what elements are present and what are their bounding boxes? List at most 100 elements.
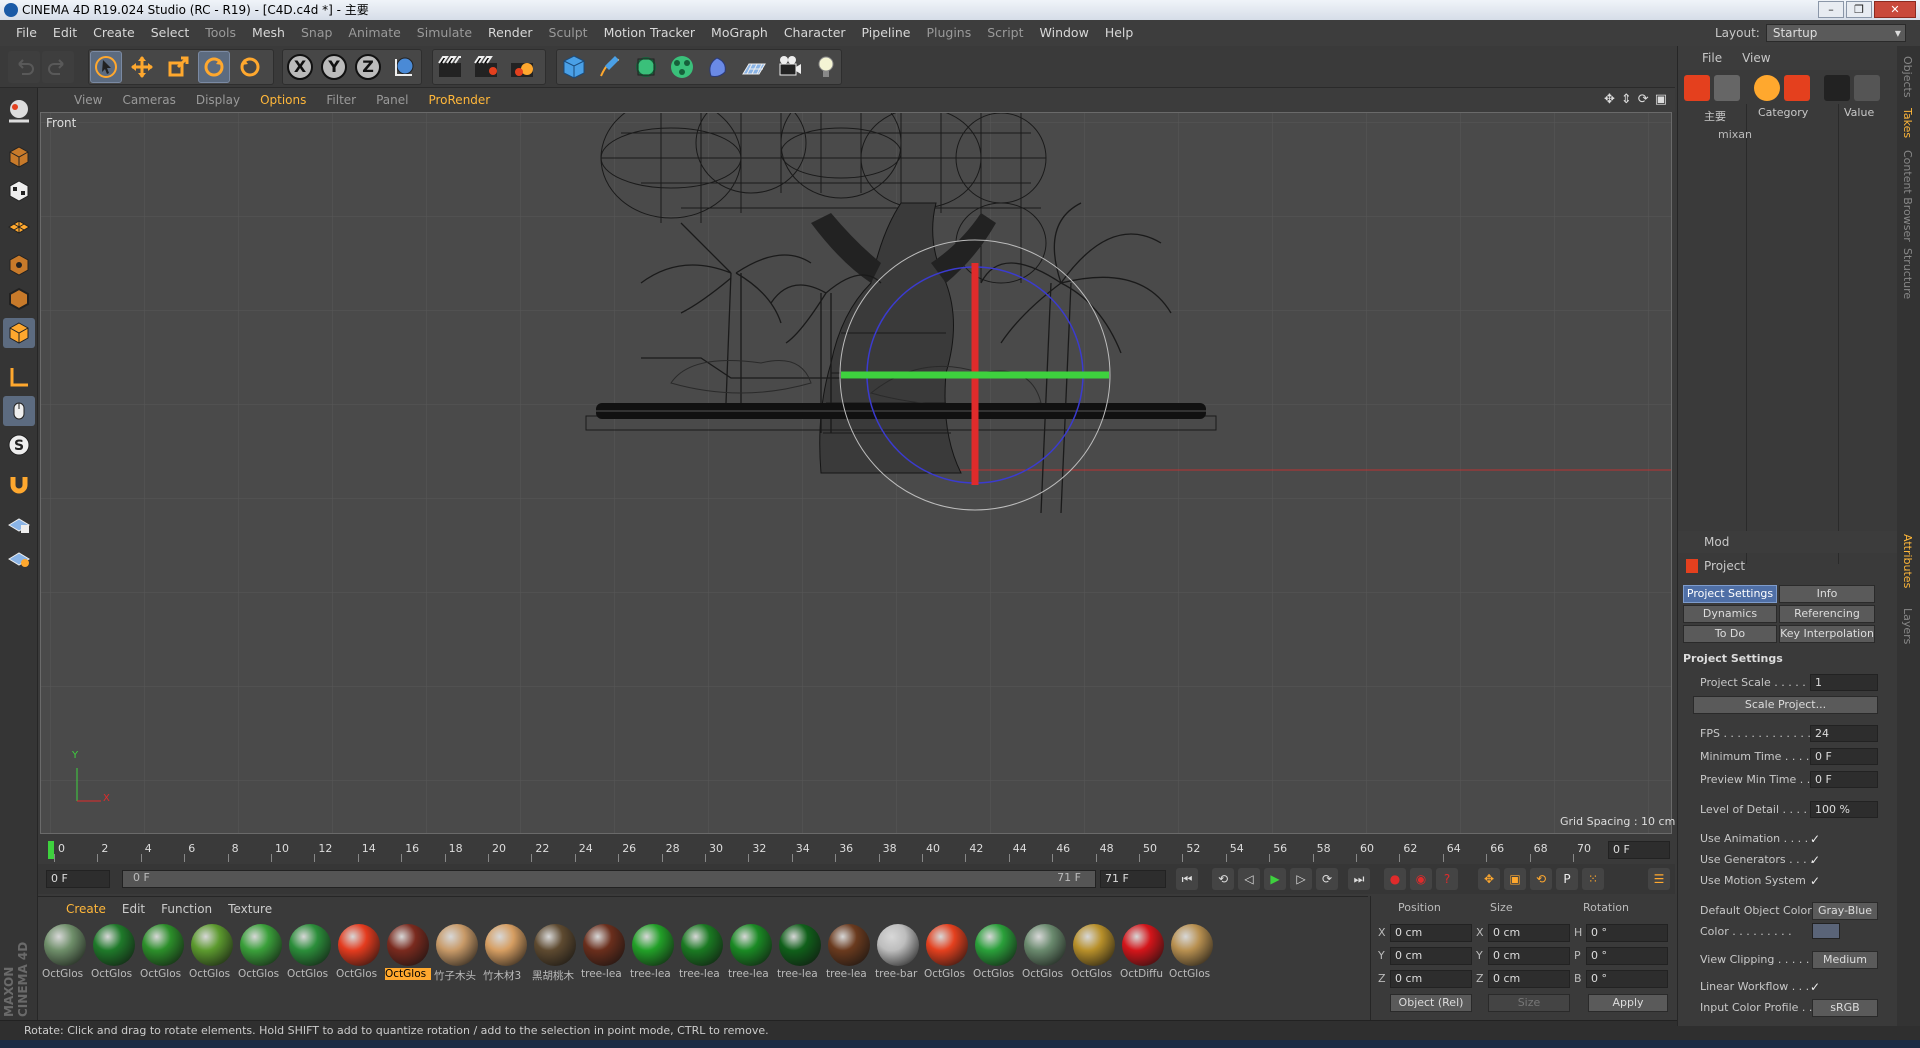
size-y-field[interactable]: 0 cm (1488, 947, 1570, 965)
menu-sculpt[interactable]: Sculpt (541, 20, 596, 46)
material-item[interactable]: OctGlos (91, 924, 137, 984)
tab-to-do[interactable]: To Do (1683, 625, 1777, 643)
pos-x-field[interactable]: 0 cm (1390, 924, 1472, 942)
mat-menu-edit[interactable]: Edit (114, 902, 153, 916)
use-animation-checkbox[interactable]: ✓ (1810, 832, 1824, 846)
tab-attributes[interactable]: Attributes (1901, 534, 1914, 588)
minimize-button[interactable]: – (1818, 1, 1844, 18)
material-item[interactable]: OctGlos (238, 924, 284, 984)
menu-plugins[interactable]: Plugins (918, 20, 979, 46)
rot-p-field[interactable]: 0 ° (1586, 947, 1668, 965)
rotate-view-icon[interactable]: ⟳ (1638, 92, 1649, 107)
key-pla-icon[interactable]: ⁙ (1582, 868, 1604, 890)
input-profile-dropdown[interactable]: sRGB (1812, 999, 1878, 1017)
move-icon[interactable] (126, 51, 158, 83)
menu-character[interactable]: Character (776, 20, 854, 46)
take-clone-icon[interactable] (1714, 75, 1740, 101)
take-root[interactable]: 主要 (1704, 108, 1726, 124)
menu-file[interactable]: File (8, 20, 45, 46)
min-time-field[interactable]: 0 F (1810, 748, 1878, 765)
view-clipping-dropdown[interactable]: Medium (1812, 951, 1878, 969)
project-scale-field[interactable]: 1 (1810, 674, 1878, 691)
go-to-start-icon[interactable]: ⏮ (1176, 868, 1198, 890)
tab-layers[interactable]: Layers (1901, 608, 1914, 644)
scale-icon[interactable] (162, 51, 194, 83)
x-axis-lock-button[interactable]: X (284, 51, 316, 83)
start-frame-field[interactable]: 0 F (46, 870, 110, 888)
pos-y-field[interactable]: 0 cm (1390, 947, 1472, 965)
level-of-detail-field[interactable]: 100 % (1810, 801, 1878, 818)
material-item[interactable]: tree-lea (826, 924, 872, 984)
vp-menu-display[interactable]: Display (186, 93, 250, 107)
render-settings-icon[interactable] (506, 51, 538, 83)
menu-select[interactable]: Select (143, 20, 198, 46)
default-color-dropdown[interactable]: Gray-Blue (1812, 902, 1878, 920)
tab-key-interpolation[interactable]: Key Interpolation (1779, 625, 1875, 643)
pen-spline-icon[interactable] (594, 51, 626, 83)
material-item[interactable]: tree-bar (875, 924, 921, 984)
apply-button[interactable]: Apply (1588, 994, 1668, 1012)
next-key-icon[interactable]: ⟳ (1316, 868, 1338, 890)
mat-menu-create[interactable]: Create (58, 902, 114, 916)
tab-objects[interactable]: Objects (1901, 56, 1914, 98)
key-rotation-icon[interactable]: ⟲ (1530, 868, 1552, 890)
material-item[interactable]: tree-lea (728, 924, 774, 984)
edges-mode-icon[interactable] (3, 284, 35, 314)
menu-pipeline[interactable]: Pipeline (854, 20, 919, 46)
timeline-ruler[interactable]: 0 2 4 6 8 10 12 14 16 18 20 22 24 26 28 30 32 34 36 38 40 42 4… (38, 838, 1675, 862)
timeline-window-icon[interactable]: ☰ (1648, 868, 1670, 890)
material-item[interactable]: OctGlos (1071, 924, 1117, 984)
menu-tools[interactable]: Tools (197, 20, 244, 46)
tab-content-browser[interactable]: Content Browser (1901, 150, 1914, 242)
model-mode-icon[interactable] (3, 142, 35, 172)
key-position-icon[interactable]: ✥ (1478, 868, 1500, 890)
material-item[interactable]: 竹木材3 (483, 924, 529, 984)
color-swatch[interactable] (1812, 923, 1840, 939)
deformer-icon[interactable] (702, 51, 734, 83)
material-item[interactable]: OctGlos (973, 924, 1019, 984)
size-x-field[interactable]: 0 cm (1488, 924, 1570, 942)
go-to-end-icon[interactable]: ⏭ (1348, 868, 1370, 890)
close-button[interactable]: ✕ (1874, 1, 1916, 18)
take-override-icon[interactable] (1754, 75, 1780, 101)
subdivision-surface-icon[interactable] (630, 51, 662, 83)
tab-info[interactable]: Info (1779, 585, 1875, 603)
material-item[interactable]: OctGlos (189, 924, 235, 984)
material-item[interactable]: OctGlos (287, 924, 333, 984)
solo-mode-icon[interactable]: S (3, 430, 35, 460)
next-frame-icon[interactable]: ▷ (1290, 868, 1312, 890)
tweak-mode-icon[interactable] (3, 396, 35, 426)
menu-snap[interactable]: Snap (293, 20, 340, 46)
pos-z-field[interactable]: 0 cm (1390, 970, 1472, 988)
material-item[interactable]: OctGlos (385, 924, 431, 984)
objects-menu-file[interactable]: File (1702, 51, 1722, 65)
material-item[interactable]: OctGlos (924, 924, 970, 984)
size-z-field[interactable]: 0 cm (1488, 970, 1570, 988)
previous-frame-icon[interactable]: ◁ (1238, 868, 1260, 890)
tab-referencing[interactable]: Referencing (1779, 605, 1875, 623)
tab-project-settings[interactable]: Project Settings (1683, 585, 1777, 603)
linear-workflow-checkbox[interactable]: ✓ (1810, 980, 1824, 994)
rotate-icon[interactable] (198, 51, 230, 83)
move-view-icon[interactable]: ✥ (1604, 92, 1615, 107)
material-item[interactable]: OctGlos (140, 924, 186, 984)
workplane-align-icon[interactable] (3, 542, 35, 572)
menu-mograph[interactable]: MoGraph (703, 20, 776, 46)
preview-min-field[interactable]: 0 F (1810, 771, 1878, 788)
points-mode-icon[interactable] (3, 250, 35, 280)
render-picture-viewer-icon[interactable] (470, 51, 502, 83)
fps-field[interactable]: 24 (1810, 725, 1878, 742)
material-item[interactable]: OctGlos (1022, 924, 1068, 984)
maximize-button[interactable]: ❐ (1846, 1, 1872, 18)
material-item[interactable]: tree-lea (581, 924, 627, 984)
maximize-view-icon[interactable]: ▣ (1655, 92, 1667, 107)
material-item[interactable]: 竹子木头 (434, 924, 480, 984)
attributes-mode-menu[interactable]: Mod (1704, 535, 1729, 549)
redo-icon[interactable] (42, 51, 74, 83)
key-parameter-icon[interactable]: P (1556, 868, 1578, 890)
tab-structure[interactable]: Structure (1901, 248, 1914, 299)
scale-view-icon[interactable]: ⇕ (1621, 92, 1632, 107)
record-keys-icon[interactable]: ● (1384, 868, 1406, 890)
take-settings-icon[interactable] (1854, 75, 1880, 101)
tab-takes[interactable]: Takes (1901, 108, 1914, 138)
